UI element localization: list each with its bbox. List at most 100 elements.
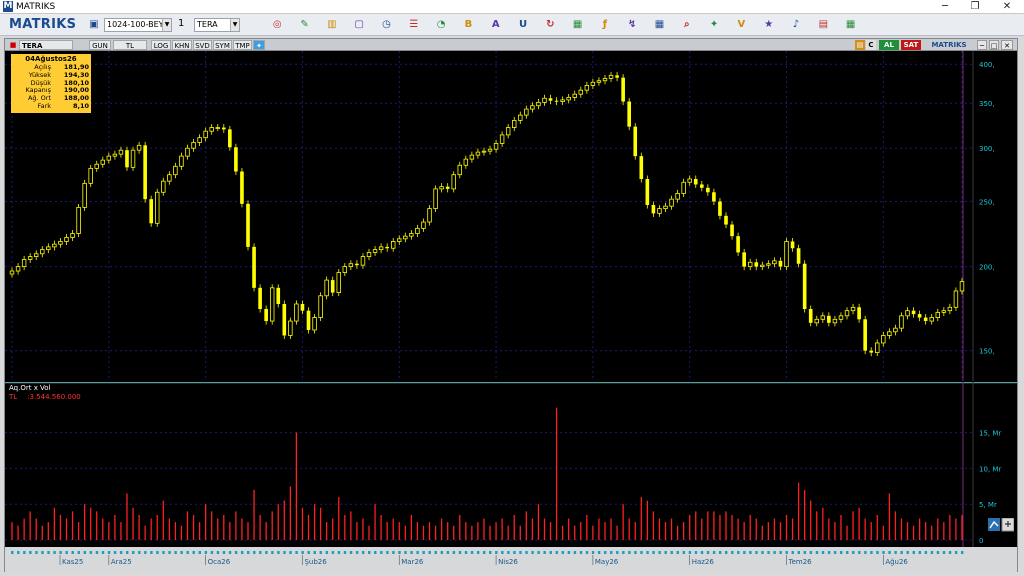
tab-log[interactable]: LOG [151,40,171,50]
bell-icon[interactable]: ♪ [790,19,802,31]
candle-body [264,308,268,322]
candle-body [663,205,668,209]
candle-body [905,310,910,317]
tab-tmp[interactable]: TMP [233,40,252,50]
calc-icon[interactable]: ▤ [817,19,829,31]
layout-select[interactable]: 1024-100-BEYA ▼ [104,18,172,32]
date-tick [779,551,782,554]
a-icon[interactable]: A [490,19,502,31]
tab-sym[interactable]: SYM [213,40,232,50]
tab-tl[interactable]: TL [113,40,147,50]
date-tick [398,551,401,554]
screen-icon[interactable]: ▢ [353,19,365,31]
date-tick [216,551,220,554]
sell-button[interactable]: SAT [901,40,921,50]
symbol-select[interactable]: TERA ▼ [194,18,240,32]
minimize-chart-button[interactable]: ─ [977,40,987,50]
c-button[interactable]: C [866,40,876,50]
date-tick [41,551,44,554]
candle-body [240,171,244,204]
candle-body [869,350,874,353]
lock-icon[interactable]: ▤ [855,40,865,50]
candle-body [899,315,904,329]
ohlc-info-box: 04Ağustos26 Açılış 181,90 Yüksek 194,30 Dü… [11,54,91,113]
candle-body [209,127,214,132]
date-tick [501,551,504,554]
u-icon[interactable]: U [517,19,529,31]
candle-body [820,315,826,320]
date-tick [289,551,292,554]
chevron-down-icon[interactable]: ▼ [230,19,239,31]
save-icon[interactable]: ▣ [88,19,100,31]
draw-icon[interactable]: ✎ [299,19,311,31]
price-tick-label: 250, [979,198,995,206]
candle-body [82,182,87,208]
date-tick [35,551,38,554]
date-tick [343,551,347,554]
date-tick [803,551,807,554]
date-tick [519,551,522,554]
table-icon[interactable]: ▦ [845,19,857,31]
close-button[interactable]: ✕ [992,0,1022,14]
bar-chart-icon[interactable]: ▥ [326,19,338,31]
date-tick [712,551,716,554]
candle-body [747,261,753,268]
minimize-button[interactable]: ─ [930,0,960,14]
page-number[interactable]: 1 [176,18,194,32]
candle-body [76,206,81,234]
date-tick [682,551,686,554]
star-icon[interactable]: ★ [763,19,775,31]
date-tick [900,551,903,554]
maximize-chart-button[interactable]: □ [989,40,999,50]
date-tick [168,551,171,554]
candle-body [252,246,256,288]
candle-body [887,331,892,336]
symbol-select-value: TERA [197,20,218,29]
indicator-icon[interactable]: ↯ [626,19,638,31]
date-tick [307,551,310,554]
candle-body [627,101,632,127]
date-tick [942,551,946,554]
candle-body [191,142,196,149]
date-tick [918,551,922,554]
date-axis[interactable]: Kas25 Ara25 Oca26 Şub26 Mar26 Nis26 May26 Haz26… [5,547,1017,573]
candle-body [621,77,625,102]
date-tick [664,551,667,554]
v-icon[interactable]: V [735,19,747,31]
date-tick [555,551,558,554]
candle-body [179,155,184,167]
zoom-icon[interactable]: ◎ [271,19,283,31]
pie-icon[interactable]: ◔ [435,19,447,31]
twitter-icon[interactable]: ✦ [253,40,265,50]
search-icon[interactable]: ⌕ [681,19,693,31]
volume-chart[interactable]: 0 5, Mr 10, Mr 15, Mr [5,382,1017,547]
candle-body [524,108,529,116]
candle-body [397,238,402,242]
buy-button[interactable]: AL [879,40,899,50]
chart-settings-icon[interactable] [988,518,1014,532]
b-icon[interactable]: B [462,19,474,31]
chevron-down-icon[interactable]: ▼ [162,19,171,31]
chart-symbol-label[interactable]: TERA [19,40,73,50]
tab-khn[interactable]: KHN [172,40,192,50]
list-icon[interactable]: ☰ [408,19,420,31]
candle-body [372,249,378,253]
candle-body [790,241,795,249]
volume-tick-label: 0 [979,537,983,545]
maximize-button[interactable]: ❐ [960,0,990,14]
twitter-icon[interactable]: ✦ [708,19,720,31]
news-icon[interactable]: ▦ [572,19,584,31]
refresh-icon[interactable]: ↻ [544,19,556,31]
close-chart-button[interactable]: ✕ [1001,40,1013,50]
date-tick [531,551,534,554]
grid-icon[interactable]: ▦ [654,19,666,31]
date-tick [567,551,571,554]
candle-body [336,272,341,293]
fx-icon[interactable]: ƒ [599,19,611,31]
price-chart[interactable]: 150, 200, 250, 300, 350, 400, [5,51,1017,381]
clock-icon[interactable]: ◷ [381,19,393,31]
tab-svd[interactable]: SVD [193,40,212,50]
candle-body [457,164,462,176]
date-tick [380,551,383,554]
tab-gun[interactable]: GUN [89,40,111,50]
